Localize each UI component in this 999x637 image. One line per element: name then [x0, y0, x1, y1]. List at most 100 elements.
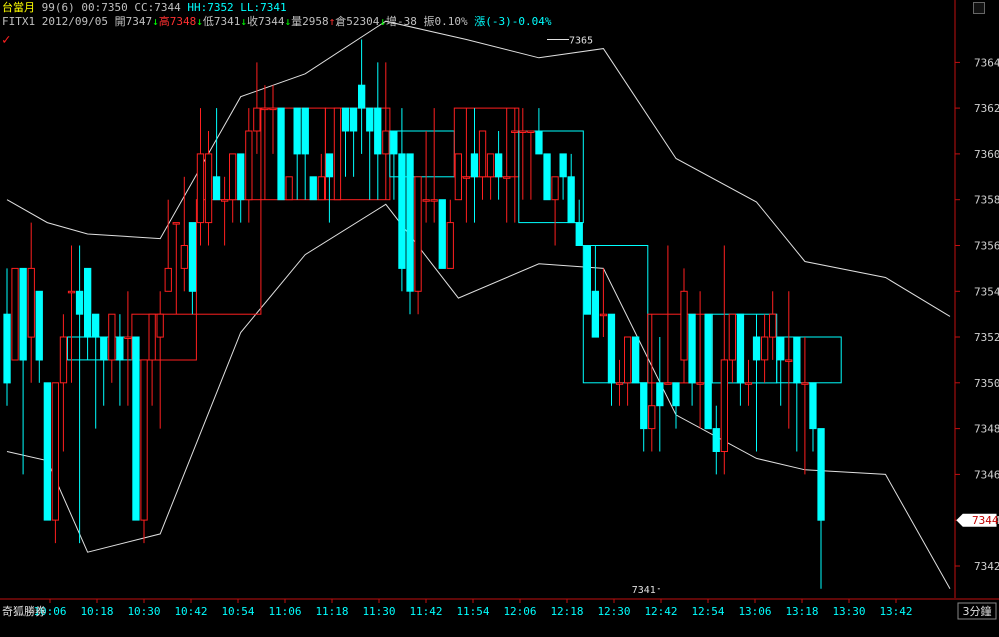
candle-body[interactable] [535, 130, 543, 155]
candle-body[interactable] [462, 176, 471, 179]
candle-body[interactable] [495, 153, 503, 178]
candle-body[interactable] [551, 176, 559, 201]
candle-body[interactable] [422, 199, 430, 202]
candle-body[interactable] [414, 176, 422, 292]
candle-body[interactable] [19, 267, 27, 361]
candle-body[interactable] [599, 313, 608, 317]
candle-body[interactable] [140, 359, 148, 521]
candle-body[interactable] [67, 290, 76, 294]
candle-body[interactable] [438, 199, 446, 269]
candle-body[interactable] [543, 153, 551, 201]
candle-body[interactable] [769, 313, 777, 338]
candle-body[interactable] [309, 176, 317, 201]
candle-body[interactable] [615, 382, 624, 385]
candle-body[interactable] [148, 313, 156, 361]
candle-body[interactable] [430, 199, 438, 202]
candle-body[interactable] [116, 336, 124, 361]
candle-body[interactable] [100, 336, 108, 361]
candle-body[interactable] [27, 267, 35, 338]
candle-body[interactable] [11, 267, 19, 361]
candle-body[interactable] [720, 359, 729, 452]
candle-body[interactable] [809, 382, 817, 430]
candle-body[interactable] [744, 382, 753, 385]
candle-body[interactable] [527, 130, 535, 133]
candle-body[interactable] [317, 176, 326, 201]
candle-body[interactable] [793, 336, 801, 384]
candle-body[interactable] [3, 313, 11, 384]
candle-body[interactable] [43, 382, 52, 521]
period-label[interactable]: 3分鐘 [963, 604, 992, 618]
candle-body[interactable] [180, 245, 188, 269]
candle-body[interactable] [728, 313, 737, 361]
candle-body[interactable] [712, 428, 720, 453]
candle-body[interactable] [374, 107, 382, 155]
candle-body[interactable] [84, 267, 92, 338]
candle-body[interactable] [406, 153, 414, 292]
candle-body[interactable] [196, 153, 205, 224]
candle-body[interactable] [349, 107, 358, 132]
candle-body[interactable] [285, 176, 293, 201]
candle-body[interactable] [132, 336, 140, 521]
candle-body[interactable] [559, 153, 567, 178]
candle-body[interactable] [35, 290, 43, 361]
window-button[interactable] [973, 2, 985, 14]
candle-body[interactable] [607, 313, 616, 384]
candle-body[interactable] [785, 359, 793, 362]
candle-body[interactable] [752, 336, 761, 361]
candle-body[interactable] [736, 313, 745, 384]
candle-body[interactable] [817, 428, 825, 521]
candle-body[interactable] [358, 84, 366, 109]
check-icon[interactable]: ✓ [2, 32, 10, 48]
candle-body[interactable] [696, 382, 704, 385]
candle-body[interactable] [221, 199, 229, 202]
candle-body[interactable] [188, 222, 197, 292]
candle-body[interactable] [245, 130, 253, 201]
candle-body[interactable] [519, 130, 527, 133]
candle-body[interactable] [672, 382, 680, 407]
candle-body[interactable] [253, 107, 261, 132]
candle-body[interactable] [75, 290, 84, 315]
candle-body[interactable] [777, 336, 785, 361]
candle-body[interactable] [470, 153, 479, 178]
candle-body[interactable] [390, 130, 398, 155]
candle-body[interactable] [761, 336, 769, 361]
candle-body[interactable] [301, 107, 309, 155]
candle-body[interactable] [269, 107, 277, 111]
candle-body[interactable] [583, 245, 592, 315]
candle-body[interactable] [382, 130, 390, 155]
candle-body[interactable] [204, 153, 213, 224]
candle-body[interactable] [108, 313, 116, 361]
candle-body[interactable] [229, 153, 237, 201]
candle-body[interactable] [124, 336, 132, 339]
candle-body[interactable] [478, 130, 487, 178]
candle-body[interactable] [688, 313, 696, 384]
candle-body[interactable] [567, 176, 575, 224]
candle-body[interactable] [333, 107, 342, 201]
candle-body[interactable] [398, 153, 406, 269]
candle-body[interactable] [341, 107, 350, 132]
candle-body[interactable] [237, 153, 245, 201]
candle-body[interactable] [325, 153, 334, 178]
candle-body[interactable] [212, 176, 221, 201]
candle-body[interactable] [632, 336, 640, 384]
candle-body[interactable] [277, 107, 285, 201]
candle-body[interactable] [293, 107, 301, 155]
candle-body[interactable] [591, 290, 600, 338]
candle-body[interactable] [624, 336, 632, 384]
candle-body[interactable] [575, 222, 583, 247]
candle-body[interactable] [366, 107, 374, 132]
candle-body[interactable] [664, 382, 672, 385]
candlestick-chart[interactable]: 7342 7344 7346 7348 7350 7352 7354 7356 7358 7360… [0, 0, 999, 633]
candle-body[interactable] [648, 405, 656, 430]
candle-body[interactable] [486, 153, 495, 178]
candle-body[interactable] [156, 313, 164, 338]
candle-body[interactable] [801, 382, 809, 385]
candle-body[interactable] [656, 382, 664, 407]
candle-body[interactable] [503, 176, 511, 179]
candle-body[interactable] [51, 382, 60, 521]
candle-body[interactable] [59, 336, 68, 384]
candle-body[interactable] [704, 313, 712, 430]
candle-body[interactable] [511, 130, 519, 133]
candle-body[interactable] [261, 107, 269, 111]
candle-body[interactable] [446, 222, 454, 269]
